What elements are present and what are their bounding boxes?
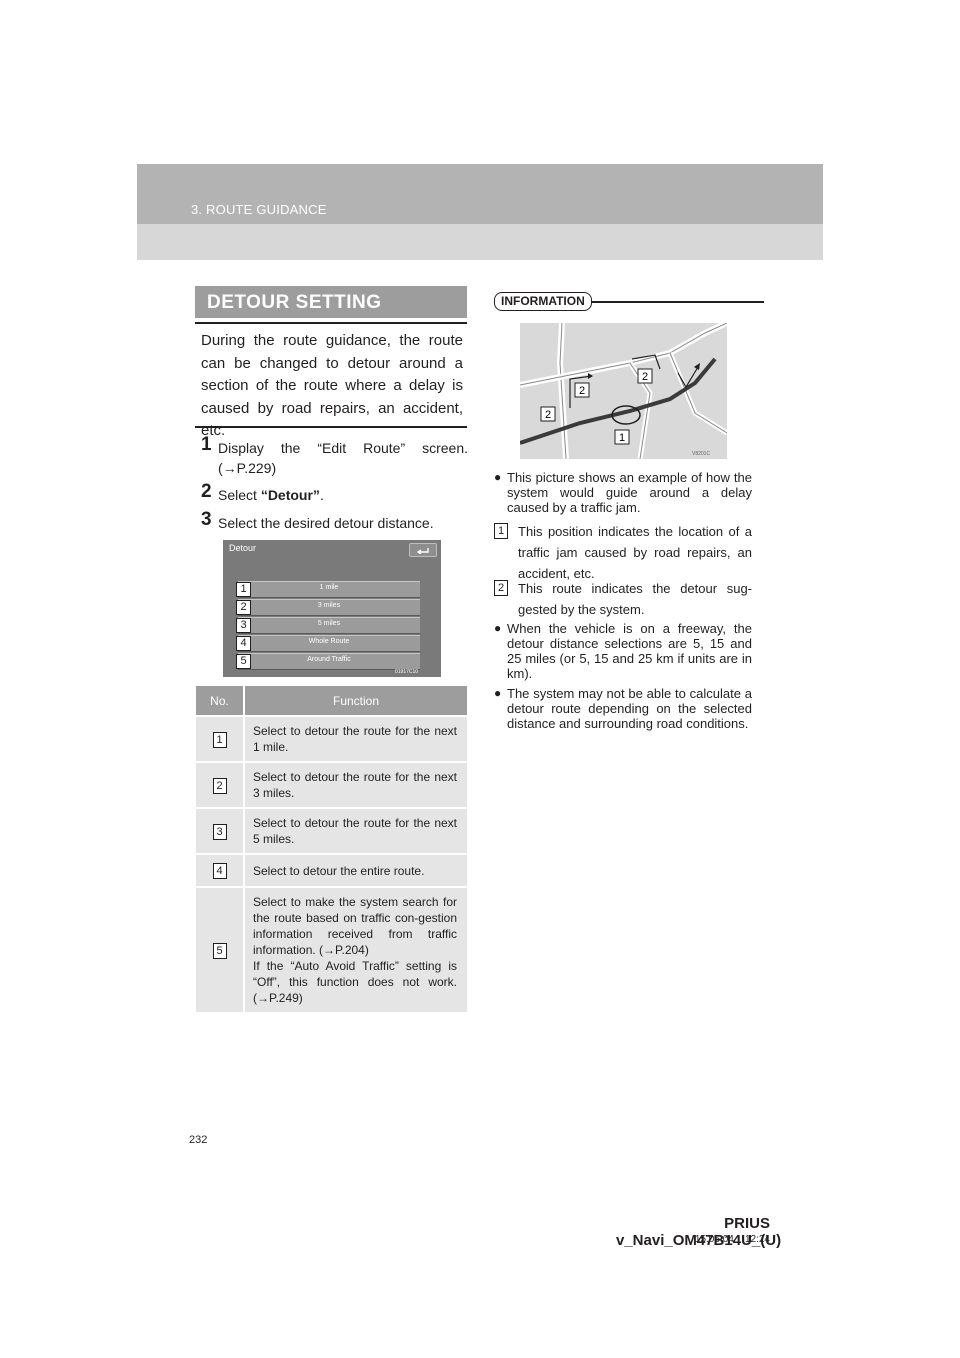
- item-number: 2: [494, 580, 508, 596]
- information-label: INFORMATION: [494, 292, 592, 311]
- row-number: 4: [212, 863, 227, 879]
- map-label: 2: [579, 385, 585, 397]
- callout-5: 5: [236, 654, 251, 669]
- button-label: Around Traffic: [307, 656, 351, 663]
- row-number-cell: 5: [196, 887, 245, 1014]
- detour-3-miles-button[interactable]: 3 miles: [238, 599, 420, 616]
- button-label: 5 miles: [317, 620, 341, 627]
- back-button[interactable]: [409, 543, 437, 557]
- row-function: Select to detour the route for the next …: [244, 808, 467, 855]
- detour-screen-capture: Detour 1 mile 3 miles 5 miles Whole Rout…: [223, 540, 441, 677]
- step-text: Display the “Edit Route” screen. (→P.229…: [218, 440, 468, 476]
- row-function-text: Select to make the system search for the…: [253, 895, 457, 957]
- item-text: This position indicates the location of …: [518, 524, 752, 581]
- intro-text: During the route guidance, the route can…: [201, 332, 463, 439]
- table-row: 4 Select to detour the entire route.: [196, 854, 467, 888]
- detour-1-mile-button[interactable]: 1 mile: [238, 581, 420, 598]
- info-bullet-2: ● When the vehicle is on a freeway, the …: [494, 621, 756, 681]
- button-label: 3 miles: [317, 602, 341, 609]
- row-number-cell: 4: [196, 854, 245, 888]
- back-arrow-icon: [416, 548, 429, 554]
- info-bullet-1: ● This picture shows an example of how t…: [494, 470, 756, 515]
- row-number-cell: 3: [196, 808, 245, 855]
- map-label: 1: [619, 432, 625, 444]
- item-text: This route indicates the detour sug-gest…: [518, 581, 752, 617]
- step-number: 1: [201, 434, 212, 455]
- information-rule: [590, 301, 764, 303]
- detour-map-illustration: 2 2 2 1: [520, 323, 727, 459]
- table-header-row: No. Function: [196, 686, 467, 717]
- detour-whole-route-button[interactable]: Whole Route: [238, 635, 420, 652]
- bullet-dot-icon: ●: [494, 470, 502, 484]
- callout-1: 1: [236, 582, 251, 597]
- step-text-post: .: [319, 487, 324, 503]
- section-title: 3. ROUTE GUIDANCE: [191, 202, 327, 217]
- step-number: 3: [201, 509, 212, 530]
- bullet-text: The system may not be able to calculate …: [507, 686, 752, 731]
- row-number: 1: [212, 731, 227, 748]
- map-label: 2: [545, 409, 551, 421]
- button-label: Whole Route: [308, 638, 350, 645]
- step-text: Select “Detour”.: [218, 485, 468, 505]
- column-header-function: Function: [244, 686, 467, 717]
- step-text-bold: “Detour”: [260, 487, 320, 503]
- step-text-pre: Select: [218, 487, 261, 503]
- row-function: Select to detour the route for the next …: [244, 762, 467, 809]
- section-heading: DETOUR SETTING: [207, 292, 382, 313]
- row-number-cell: 2: [196, 762, 245, 809]
- row-number: 3: [212, 823, 227, 840]
- bullet-text: When the vehicle is on a freeway, the de…: [507, 621, 752, 681]
- map-label: 2: [642, 371, 648, 383]
- step-number: 2: [201, 481, 212, 502]
- table-row: 3 Select to detour the route for the nex…: [196, 808, 467, 855]
- row-function-note: If the “Auto Avoid Traffic” setting is “…: [253, 959, 457, 1005]
- button-label: 1 mile: [319, 584, 339, 591]
- detour-5-miles-button[interactable]: 5 miles: [238, 617, 420, 634]
- image-code: V8201C: [692, 451, 711, 457]
- print-time: 12:24: [744, 1234, 770, 1245]
- row-number: 5: [212, 942, 227, 959]
- bullet-text: This picture shows an example of how the…: [507, 470, 752, 515]
- callout-4: 4: [236, 636, 251, 651]
- header-band: 3. ROUTE GUIDANCE: [137, 164, 823, 260]
- bullet-dot-icon: ●: [494, 686, 502, 700]
- info-item-1: 1 This position indicates the location o…: [494, 521, 756, 581]
- info-item-2: 2 This route indicates the detour sug-ge…: [494, 578, 756, 620]
- intro-box: During the route guidance, the route can…: [195, 322, 467, 439]
- callout-3: 3: [236, 618, 251, 633]
- section-heading-bar: DETOUR SETTING: [195, 286, 467, 318]
- item-number: 1: [494, 523, 508, 539]
- column-header-no: No.: [196, 686, 245, 717]
- print-timestamp: 15.06.04 12:24: [616, 1234, 770, 1245]
- info-bullet-3: ● The system may not be able to calculat…: [494, 686, 756, 746]
- row-function: Select to make the system search for the…: [244, 887, 467, 1014]
- table-row: 5 Select to make the system search for t…: [196, 887, 467, 1014]
- table-row: 2 Select to detour the route for the nex…: [196, 762, 467, 809]
- print-date: 15.06.04: [694, 1234, 734, 1245]
- function-table: No. Function 1 Select to detour the rout…: [196, 686, 467, 1014]
- row-number: 2: [212, 777, 227, 794]
- row-function: Select to detour the entire route.: [244, 854, 467, 888]
- bullet-dot-icon: ●: [494, 621, 502, 635]
- image-code: 01917C10: [395, 669, 419, 675]
- header-top-band: 3. ROUTE GUIDANCE: [137, 164, 823, 224]
- step-text: Select the desired detour distance.: [218, 515, 434, 531]
- page-number: 232: [189, 1134, 208, 1146]
- row-number-cell: 1: [196, 716, 245, 763]
- screen-title: Detour: [229, 543, 257, 553]
- detour-around-traffic-button[interactable]: Around Traffic: [238, 653, 420, 670]
- callout-2: 2: [236, 600, 251, 615]
- row-function: Select to detour the route for the next …: [244, 716, 467, 763]
- table-row: 1 Select to detour the route for the nex…: [196, 716, 467, 763]
